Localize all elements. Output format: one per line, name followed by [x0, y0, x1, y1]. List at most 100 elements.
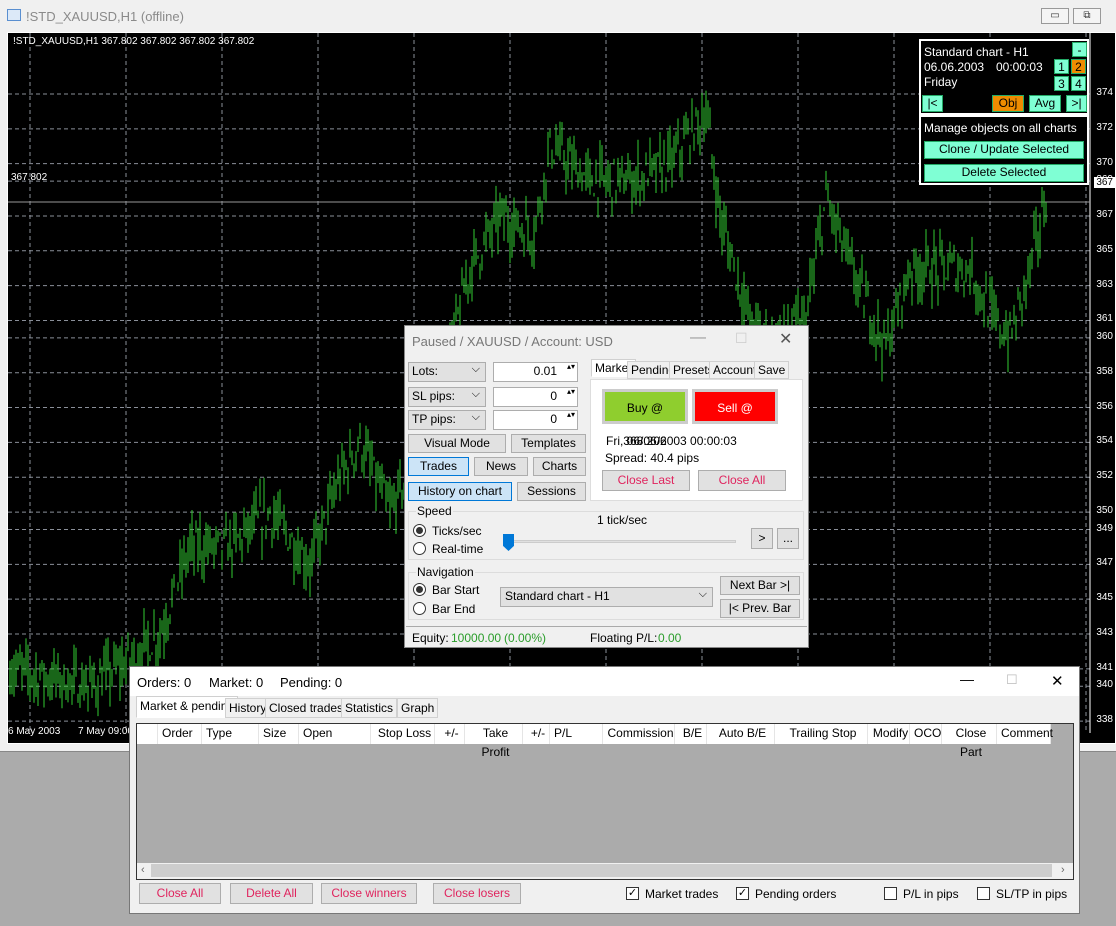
y-tick-label: 343: [1096, 627, 1113, 639]
orders-count: Orders: 0: [137, 675, 192, 690]
tab-save[interactable]: Save: [754, 361, 790, 379]
chart-2-button[interactable]: 2: [1071, 59, 1086, 74]
dialog-title: Paused / XAUUSD / Account: USD: [412, 334, 613, 349]
column-header[interactable]: Stop Loss: [371, 724, 435, 744]
restore-button[interactable]: ⧉: [1073, 8, 1101, 24]
horizontal-scrollbar[interactable]: ‹ ›: [137, 863, 1073, 879]
pending-orders-checkbox[interactable]: ✓: [736, 887, 749, 900]
visual-mode-button[interactable]: Visual Mode: [408, 434, 506, 453]
tp-input[interactable]: 0: [493, 410, 578, 430]
delete-all-button[interactable]: Delete All: [230, 883, 313, 904]
charts-button[interactable]: Charts: [533, 457, 586, 476]
sell-button[interactable]: Sell @ 367.802: [692, 389, 778, 448]
column-header[interactable]: Close Part: [942, 724, 997, 759]
column-header[interactable]: Auto B/E: [707, 724, 775, 744]
column-header[interactable]: OCO: [910, 724, 942, 744]
chart-4-button[interactable]: 4: [1071, 76, 1086, 91]
y-tick-label: 358: [1096, 365, 1113, 377]
price-tag: 367: [1094, 177, 1115, 188]
prev-bar-button[interactable]: |< Prev. Bar: [720, 599, 800, 618]
column-header[interactable]: Modify: [868, 724, 910, 744]
y-tick-label: 341: [1096, 661, 1113, 673]
close-losers-button[interactable]: Close losers: [433, 883, 521, 904]
history-on-chart-button[interactable]: History on chart: [408, 482, 512, 501]
column-header[interactable]: [137, 724, 158, 744]
close-icon[interactable]: ✕: [779, 329, 792, 349]
chart-1-button[interactable]: 1: [1054, 59, 1069, 74]
orders-table[interactable]: Order Type Size Open Stop Loss +/- Take Profit…: [136, 723, 1074, 880]
tab-account[interactable]: Account: [709, 361, 761, 379]
maximize-icon[interactable]: ☐: [1006, 672, 1018, 688]
speed-slider-track[interactable]: [503, 540, 736, 543]
market-trades-checkbox[interactable]: ✓: [626, 887, 639, 900]
orders-tab-market-pending[interactable]: Market & pending: [136, 696, 239, 718]
templates-button[interactable]: Templates: [511, 434, 586, 453]
chart-select[interactable]: Standard chart - H1: [500, 586, 713, 607]
overlay-day: Friday: [924, 75, 958, 89]
orders-tab-statistics[interactable]: Statistics: [341, 698, 398, 718]
orders-tab-graph[interactable]: Graph: [397, 698, 439, 718]
equity-value: 10000.00: [451, 631, 502, 645]
avg-button[interactable]: Avg: [1029, 95, 1061, 112]
x-label: 6 May 2003: [8, 726, 61, 737]
column-header[interactable]: B/E: [675, 724, 707, 744]
orders-tab-history[interactable]: History: [225, 698, 271, 718]
floating-value: 0.00: [658, 631, 682, 645]
column-header[interactable]: P/L: [550, 724, 603, 744]
play-button[interactable]: >: [751, 528, 773, 549]
y-tick-label: 370: [1096, 156, 1113, 168]
sl-input[interactable]: 0: [493, 387, 578, 407]
maximize-icon[interactable]: ☐: [735, 330, 748, 347]
scrollbar-thumb[interactable]: [151, 864, 1052, 877]
column-header[interactable]: +/-: [523, 724, 550, 744]
obj-button[interactable]: Obj: [992, 95, 1024, 112]
tp-mode-select[interactable]: TP pips:: [408, 409, 486, 430]
column-header[interactable]: Comment: [997, 724, 1053, 744]
delete-selected-button[interactable]: Delete Selected: [924, 164, 1084, 182]
y-tick-label: 352: [1096, 470, 1113, 482]
news-button[interactable]: News: [474, 457, 528, 476]
column-header[interactable]: Commission: [603, 724, 675, 744]
sl-mode-select[interactable]: SL pips:: [408, 386, 486, 407]
sltp-pips-checkbox[interactable]: [977, 887, 990, 900]
y-tick-label: 345: [1096, 592, 1113, 604]
bar-end-radio[interactable]: [413, 602, 426, 615]
pl-pips-checkbox[interactable]: [884, 887, 897, 900]
collapse-button[interactable]: -: [1072, 42, 1087, 57]
close-all-button[interactable]: Close All: [698, 470, 786, 491]
chart-header: !STD_XAUUSD,H1 367.802 367.802 367.802 3…: [13, 36, 255, 47]
minimize-icon[interactable]: —: [690, 329, 706, 347]
last-bar-button[interactable]: >|: [1066, 95, 1087, 112]
trades-button[interactable]: Trades: [408, 457, 469, 476]
buy-button[interactable]: Buy @ 368.206: [602, 389, 688, 448]
minimize-button[interactable]: ▭: [1041, 8, 1069, 24]
lots-mode-select[interactable]: Lots:: [408, 361, 486, 382]
column-header[interactable]: +/-: [435, 724, 465, 744]
next-bar-button[interactable]: Next Bar >|: [720, 576, 800, 595]
minimize-icon[interactable]: —: [960, 671, 974, 687]
close-all-orders-button[interactable]: Close All: [139, 883, 221, 904]
column-header[interactable]: Open: [299, 724, 371, 744]
clone-update-button[interactable]: Clone / Update Selected: [924, 141, 1084, 159]
column-header[interactable]: Order: [158, 724, 202, 744]
close-last-button[interactable]: Close Last: [602, 470, 690, 491]
chart-3-button[interactable]: 3: [1054, 76, 1069, 91]
sessions-button[interactable]: Sessions: [517, 482, 586, 501]
bar-start-radio[interactable]: [413, 583, 426, 596]
orders-tab-closed-trades[interactable]: Closed trades: [265, 698, 348, 718]
more-button[interactable]: ...: [777, 528, 799, 549]
realtime-radio[interactable]: [413, 542, 426, 555]
column-header[interactable]: Take Profit: [465, 724, 523, 759]
close-winners-button[interactable]: Close winners: [321, 883, 417, 904]
close-icon[interactable]: ✕: [1051, 672, 1064, 690]
y-tick-label: 363: [1096, 278, 1113, 290]
scroll-right-icon[interactable]: ›: [1061, 864, 1065, 876]
ticks-radio[interactable]: [413, 524, 426, 537]
column-header[interactable]: Type: [202, 724, 259, 744]
orders-titlebar: Orders: 0 Market: 0 Pending: 0 — ☐ ✕: [130, 667, 1079, 696]
column-header[interactable]: Size: [259, 724, 299, 744]
lots-input[interactable]: 0.01: [493, 362, 578, 382]
column-header[interactable]: Trailing Stop: [775, 724, 868, 744]
first-bar-button[interactable]: |<: [922, 95, 943, 112]
scroll-left-icon[interactable]: ‹: [141, 864, 145, 876]
